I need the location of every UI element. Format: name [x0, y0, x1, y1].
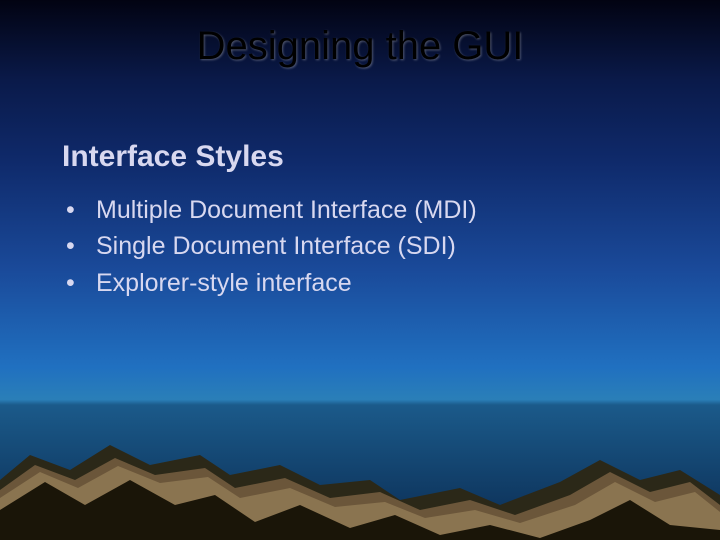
slide-subtitle: Interface Styles	[62, 140, 284, 174]
list-item: Explorer-style interface	[62, 265, 477, 301]
slide: Designing the GUI Interface Styles Multi…	[0, 0, 720, 540]
list-item: Single Document Interface (SDI)	[62, 228, 477, 264]
mountain-decoration-icon	[0, 410, 720, 540]
bullet-list: Multiple Document Interface (MDI) Single…	[62, 192, 477, 301]
list-item: Multiple Document Interface (MDI)	[62, 192, 477, 228]
slide-title: Designing the GUI	[0, 24, 720, 69]
